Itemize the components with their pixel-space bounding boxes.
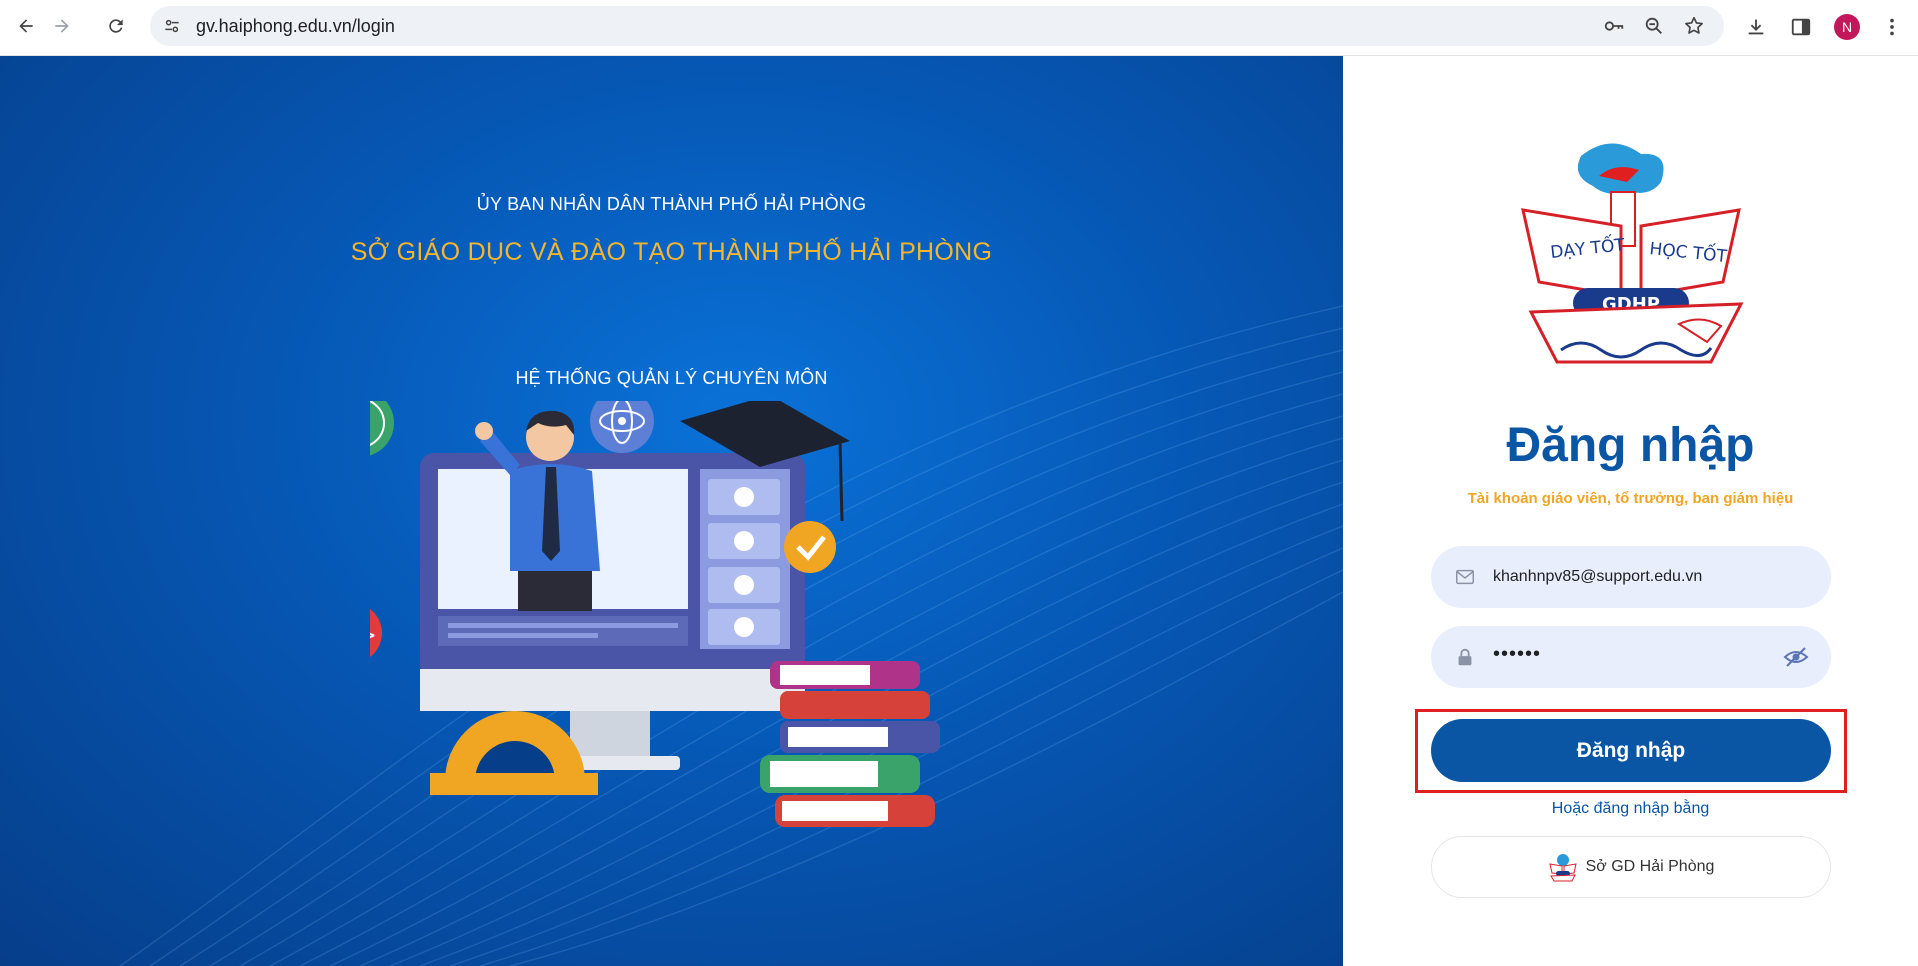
- url-text[interactable]: gv.haiphong.edu.vn/login: [196, 16, 395, 37]
- back-button[interactable]: [10, 10, 42, 42]
- mail-icon: [1453, 565, 1477, 589]
- sso-logo-icon: [1548, 854, 1577, 882]
- star-icon[interactable]: [1682, 14, 1706, 38]
- profile-avatar[interactable]: N: [1834, 14, 1860, 40]
- address-bar[interactable]: gv.haiphong.edu.vn/login: [150, 6, 1724, 46]
- gdhp-logo: DẠY TỐT HỌC TỐT GDHP: [1521, 143, 1744, 364]
- login-subtitle: Tài khoản giáo viên, tổ trưởng, ban giám…: [1467, 490, 1794, 507]
- eye-off-icon[interactable]: [1783, 645, 1809, 669]
- hero-system-title: HỆ THỐNG QUẢN LÝ CHUYÊN MÔN: [515, 368, 828, 388]
- zoom-icon[interactable]: [1642, 14, 1666, 38]
- login-submit-button[interactable]: Đăng nhập: [1431, 719, 1831, 782]
- hero-panel: ỦY BAN NHÂN DÂN THÀNH PHỐ HẢI PHÒNG SỞ G…: [0, 56, 1343, 966]
- svg-text:</>: </>: [370, 621, 375, 649]
- forward-button[interactable]: [46, 10, 78, 42]
- download-icon[interactable]: [1742, 13, 1770, 41]
- email-field[interactable]: khanhnpv85@support.edu.vn: [1431, 546, 1831, 608]
- reload-button[interactable]: [100, 10, 132, 42]
- lock-icon: [1453, 645, 1477, 669]
- hero-department-title: SỞ GIÁO DỤC VÀ ĐÀO TẠO THÀNH PHỐ HẢI PHÒ…: [350, 238, 993, 266]
- arrow-right-icon: [55, 19, 69, 33]
- password-value[interactable]: ••••••: [1493, 643, 1541, 666]
- sso-label: Sở GD Hải Phòng: [1585, 858, 1715, 875]
- login-title: Đăng nhập: [1506, 419, 1755, 472]
- arrow-left-icon: [19, 19, 33, 33]
- browser-toolbar: gv.haiphong.edu.vn/login N: [0, 0, 1918, 56]
- login-panel: DẠY TỐT HỌC TỐT GDHP Đăng nhập Tài khoản…: [1343, 56, 1918, 966]
- password-field[interactable]: ••••••: [1431, 626, 1831, 688]
- side-panel-icon[interactable]: [1787, 13, 1815, 41]
- more-vert-icon[interactable]: [1878, 13, 1906, 41]
- alternative-login-text: Hoặc đăng nhập bằng: [1551, 800, 1710, 817]
- reload-icon: [109, 19, 123, 33]
- tune-icon[interactable]: [160, 14, 184, 38]
- email-value[interactable]: khanhnpv85@support.edu.vn: [1493, 568, 1702, 586]
- hero-committee-title: ỦY BAN NHÂN DÂN THÀNH PHỐ HẢI PHÒNG: [476, 194, 867, 214]
- sso-login-button[interactable]: Sở GD Hải Phòng: [1431, 836, 1831, 898]
- key-icon[interactable]: [1602, 14, 1626, 38]
- teacher-illustration: </>: [370, 401, 940, 827]
